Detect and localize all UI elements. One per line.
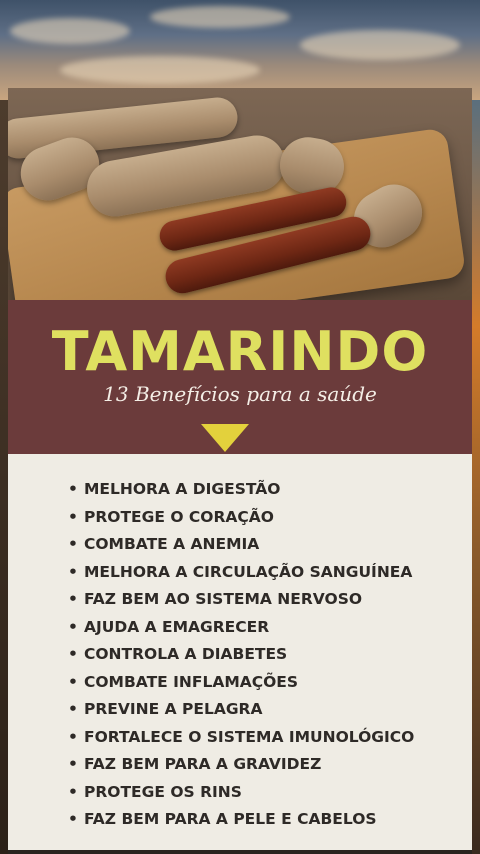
- benefit-text: FAZ BEM AO SISTEMA NERVOSO: [84, 590, 363, 608]
- bullet-icon: •: [68, 535, 78, 553]
- list-item: • PREVINE A PELAGRA: [68, 696, 414, 724]
- benefit-text: PROTEGE O CORAÇÃO: [84, 507, 274, 526]
- bullet-icon: •: [68, 590, 78, 608]
- page-title: TAMARINDO: [51, 320, 429, 383]
- bullet-icon: •: [68, 617, 78, 636]
- bullet-icon: •: [68, 480, 78, 498]
- bullet-icon: •: [68, 727, 78, 746]
- benefit-text: FORTALECE O SISTEMA IMUNOLÓGICO: [84, 727, 415, 746]
- bullet-icon: •: [68, 755, 78, 773]
- page-subtitle: 13 Benefícios para a saúde: [103, 382, 377, 406]
- list-item: • MELHORA A CIRCULAÇÃO SANGUÍNEA: [68, 559, 414, 587]
- benefit-text: MELHORA A CIRCULAÇÃO SANGUÍNEA: [84, 562, 413, 581]
- list-item: • CONTROLA A DIABETES: [68, 641, 414, 669]
- list-item: • FAZ BEM PARA A GRAVIDEZ: [68, 751, 414, 779]
- list-item: • AJUDA A EMAGRECER: [68, 614, 414, 642]
- bullet-icon: •: [68, 507, 78, 526]
- benefit-text: AJUDA A EMAGRECER: [84, 617, 270, 636]
- bullet-icon: •: [68, 672, 78, 691]
- benefit-text: CONTROLA A DIABETES: [84, 645, 288, 663]
- benefit-text: FAZ BEM PARA A PELE E CABELOS: [84, 810, 377, 828]
- bullet-icon: •: [68, 562, 78, 581]
- list-item: • COMBATE INFLAMAÇÕES: [68, 669, 414, 697]
- down-triangle-icon: [201, 424, 249, 452]
- benefits-list: • MELHORA A DIGESTÃO • PROTEGE O CORAÇÃO •…: [68, 476, 414, 834]
- list-item: • COMBATE A ANEMIA: [68, 531, 414, 559]
- cloud: [150, 6, 290, 28]
- list-item: • FAZ BEM AO SISTEMA NERVOSO: [68, 586, 414, 614]
- list-item: • PROTEGE OS RINS: [68, 779, 414, 807]
- background-sky: [0, 0, 480, 100]
- bullet-icon: •: [68, 782, 78, 801]
- background-left-edge: [0, 100, 8, 854]
- tamarind-photo: [8, 88, 472, 300]
- cloud: [60, 56, 260, 84]
- list-item: • FAZ BEM PARA A PELE E CABELOS: [68, 806, 414, 834]
- cloud: [10, 18, 130, 44]
- benefit-text: COMBATE A ANEMIA: [84, 535, 260, 553]
- cloud: [300, 30, 460, 60]
- background-right-edge: [472, 100, 480, 854]
- list-item: • FORTALECE O SISTEMA IMUNOLÓGICO: [68, 724, 414, 752]
- bullet-icon: •: [68, 810, 78, 828]
- benefit-text: MELHORA A DIGESTÃO: [84, 480, 281, 498]
- benefit-text: FAZ BEM PARA A GRAVIDEZ: [84, 755, 322, 773]
- benefit-text: PROTEGE OS RINS: [84, 782, 242, 801]
- list-item: • PROTEGE O CORAÇÃO: [68, 504, 414, 532]
- list-item: • MELHORA A DIGESTÃO: [68, 476, 414, 504]
- bullet-icon: •: [68, 700, 78, 718]
- bullet-icon: •: [68, 645, 78, 663]
- benefit-text: PREVINE A PELAGRA: [84, 700, 263, 718]
- title-banner: TAMARINDO 13 Benefícios para a saúde: [8, 300, 472, 454]
- benefit-text: COMBATE INFLAMAÇÕES: [84, 672, 299, 691]
- infographic-card: TAMARINDO 13 Benefícios para a saúde • ME…: [8, 88, 472, 850]
